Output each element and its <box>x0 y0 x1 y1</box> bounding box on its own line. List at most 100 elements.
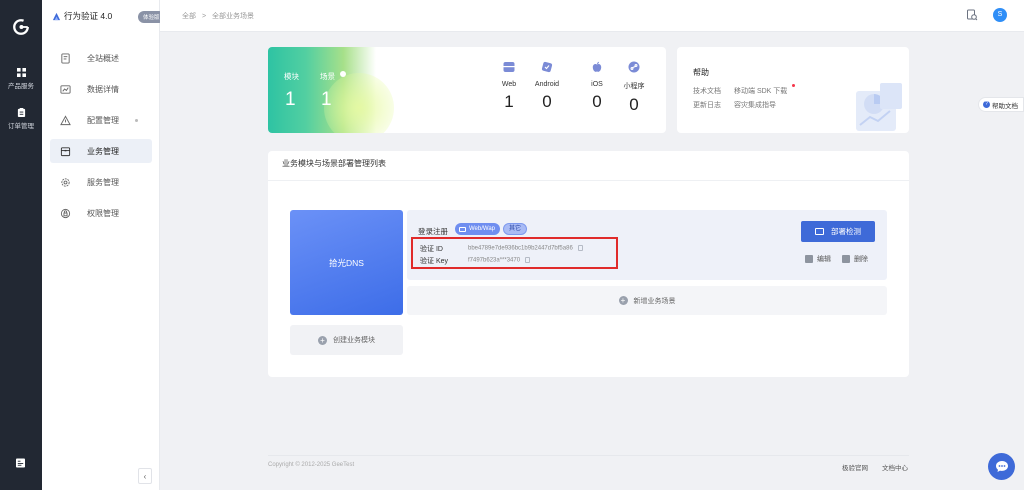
clipboard-icon <box>17 108 25 117</box>
plus-circle-icon: + <box>618 296 628 305</box>
platform-android: Android 0 <box>527 61 567 112</box>
module-count: 1 <box>285 89 296 110</box>
trash-icon <box>842 255 850 263</box>
sidebar-item-data-details[interactable]: 数据详情 <box>50 77 152 101</box>
sidebar-item-permissions[interactable]: 权限管理 <box>50 201 152 225</box>
sidebar-item-overview[interactable]: 全站概述 <box>50 46 152 70</box>
docs-center-link[interactable]: 文档中心 <box>882 462 908 472</box>
stats-hero: 模块 场景 1 1 <box>268 47 394 133</box>
info-icon[interactable] <box>340 71 346 77</box>
deploy-check-label: 部署检测 <box>831 227 861 236</box>
platform-name: Android <box>534 81 560 88</box>
monitor-icon <box>459 226 466 232</box>
platform-count: 0 <box>542 92 552 111</box>
credentials-highlight: 验证 ID bbe4789e7de936bc1b9b2447d7bf5a86 验… <box>411 237 618 269</box>
module-count-label: 模块 <box>284 72 299 81</box>
sidebar-item-label: 全站概述 <box>87 53 119 63</box>
captcha-key-value: f7497b623a***3470 <box>468 257 531 264</box>
copy-icon[interactable] <box>525 257 531 263</box>
sidebar-item-label: 数据详情 <box>87 84 119 94</box>
changelog-link[interactable]: 更新日志 <box>693 100 721 110</box>
web-icon <box>503 62 515 72</box>
footer-divider <box>268 455 909 456</box>
geetest-logo-icon[interactable] <box>12 18 30 36</box>
captcha-id-label: 验证 ID <box>420 246 443 253</box>
help-illustration <box>856 83 902 131</box>
notes-icon[interactable] <box>16 458 25 468</box>
captcha-key-text[interactable]: f7497b623a***3470 <box>468 258 520 264</box>
sidebar: 行为验证 4.0 体验版 全站概述 数据详情 配置管理 业务管理 服务管理 权限… <box>42 0 165 490</box>
rail-item-orders[interactable]: 订单管理 <box>0 108 42 130</box>
platform-ios: iOS 0 <box>577 61 617 112</box>
rail-item-products[interactable]: 产品服务 <box>0 68 42 90</box>
platform-name: 小程序 <box>623 83 645 90</box>
terminal-icon <box>815 228 824 235</box>
plus-circle-icon: + <box>318 335 327 345</box>
sdk-download-link[interactable]: 移动端 SDK 下载 <box>734 86 787 96</box>
create-module-label: 创建业务模块 <box>333 337 375 344</box>
platform-name: Web <box>501 81 517 88</box>
brand-title: 行为验证 4.0 <box>64 11 113 21</box>
question-icon: ? <box>983 101 990 108</box>
sidebar-item-service[interactable]: 服务管理 <box>50 170 152 194</box>
help-docs-floating-button[interactable]: ? 帮助文档 <box>978 97 1024 112</box>
sidebar-item-label: 服务管理 <box>87 177 119 187</box>
avatar[interactable]: S <box>993 8 1007 22</box>
copy-icon[interactable] <box>577 245 583 251</box>
hero-decoration <box>324 73 394 133</box>
platform-tag-label: Web/Wap <box>469 226 496 232</box>
help-title: 帮助 <box>693 68 709 77</box>
document-search-icon[interactable] <box>966 9 978 21</box>
sidebar-item-label: 业务管理 <box>87 146 119 156</box>
divider <box>268 180 909 181</box>
gear-icon <box>61 177 70 187</box>
module-name: 拾光DNS <box>329 257 364 268</box>
sidebar-nav: 全站概述 数据详情 配置管理 业务管理 服务管理 权限管理 <box>50 46 152 232</box>
breadcrumb: 全部 > 全部业务场景 <box>182 11 258 21</box>
stats-card: 模块 场景 1 1 Web 1 Android 0 iOS 0 小程序 0 <box>268 47 666 133</box>
business-module-panel: 业务模块与场景部署管理列表 拾光DNS + 创建业务模块 登录注册 Web/Wa… <box>268 151 909 377</box>
captcha-id-value: bbe4789e7de936bc1b9b2447d7bf5a86 <box>468 245 583 252</box>
breadcrumb-separator: > <box>201 13 207 20</box>
platform-count: 0 <box>592 92 602 111</box>
captcha-id-text[interactable]: bbe4789e7de936bc1b9b2447d7bf5a86 <box>468 246 573 252</box>
platform-name: iOS <box>591 81 603 88</box>
platform-count: 1 <box>504 92 514 111</box>
other-tag: 其它 <box>503 223 528 235</box>
brand[interactable]: 行为验证 4.0 体验版 <box>52 9 165 23</box>
chat-icon <box>995 461 1008 472</box>
chat-support-button[interactable] <box>988 453 1015 480</box>
copyright: Copyright © 2012-2025 GeeTest <box>268 462 355 468</box>
app-rail: 产品服务 订单管理 <box>0 0 42 490</box>
create-module-button[interactable]: + 创建业务模块 <box>290 325 403 355</box>
edit-button[interactable]: 编辑 <box>805 254 831 264</box>
delete-label: 删除 <box>854 256 868 263</box>
platform-tag: Web/Wap <box>455 223 501 235</box>
scene-count: 1 <box>321 89 332 110</box>
delete-button[interactable]: 删除 <box>842 254 868 264</box>
warning-icon <box>60 114 71 125</box>
sidebar-item-label: 权限管理 <box>87 208 119 218</box>
deploy-check-button[interactable]: 部署检测 <box>801 221 875 242</box>
collapse-sidebar-button[interactable]: ‹ <box>138 468 152 484</box>
add-scene-button[interactable]: + 新增业务场景 <box>407 286 887 315</box>
platform-web: Web 1 <box>489 61 529 112</box>
miniprogram-icon <box>628 61 640 73</box>
expand-dot-icon <box>135 119 138 122</box>
tech-docs-link[interactable]: 技术文档 <box>693 86 721 96</box>
grid-icon <box>16 68 26 77</box>
scene-card: 登录注册 Web/Wap 其它 验证 ID bbe4789e7de936bc1b… <box>407 210 887 280</box>
module-card[interactable]: 拾光DNS <box>290 210 403 315</box>
edit-icon <box>805 255 813 263</box>
android-icon <box>541 61 553 73</box>
breadcrumb-all[interactable]: 全部 <box>182 13 196 20</box>
sidebar-item-config[interactable]: 配置管理 <box>50 108 152 132</box>
sidebar-item-business[interactable]: 业务管理 <box>50 139 152 163</box>
captcha-key-label: 验证 Key <box>420 258 449 265</box>
integration-guide-link[interactable]: 容灾集成指导 <box>734 100 776 110</box>
new-badge-dot <box>792 84 795 87</box>
official-site-link[interactable]: 极验官网 <box>842 462 868 472</box>
rail-item-label: 产品服务 <box>8 83 34 90</box>
scene-name: 登录注册 <box>418 227 448 236</box>
rail-item-label: 订单管理 <box>8 123 34 130</box>
